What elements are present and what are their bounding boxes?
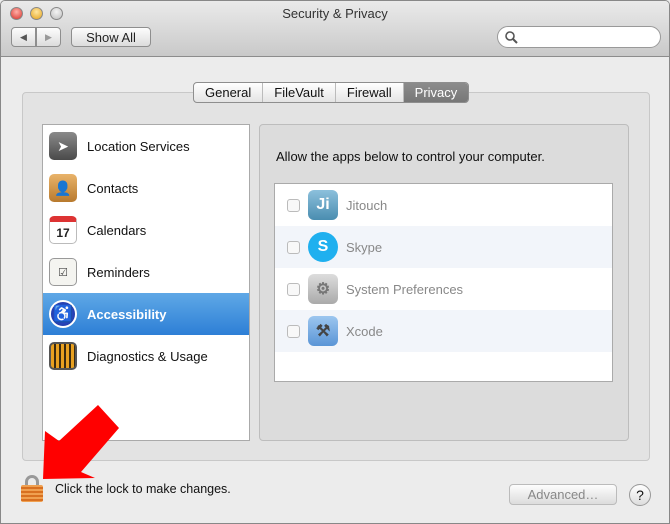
app-checkbox[interactable] <box>287 198 300 212</box>
help-button[interactable]: ? <box>629 484 651 506</box>
app-row-system-preferences: ⚙ System Preferences <box>275 268 612 310</box>
sidebar-item-calendars[interactable]: 17 Calendars <box>43 209 249 251</box>
back-icon: ◀ <box>20 31 27 42</box>
skype-icon: S <box>308 232 338 262</box>
red-arrow-annotation <box>43 405 119 479</box>
pane-description: Allow the apps below to control your com… <box>276 149 545 164</box>
sidebar-item-contacts[interactable]: 👤 Contacts <box>43 167 249 209</box>
app-row-jitouch: Ji Jitouch <box>275 184 612 226</box>
privacy-category-list: ➤ Location Services 👤 Contacts 17 Calendars… <box>42 124 250 441</box>
sidebar-item-location-services[interactable]: ➤ Location Services <box>43 125 249 167</box>
jitouch-icon: Ji <box>308 190 338 220</box>
advanced-button[interactable]: Advanced… <box>509 484 617 505</box>
tab-firewall[interactable]: Firewall <box>336 83 404 102</box>
app-checkbox[interactable] <box>287 282 300 296</box>
sidebar-item-accessibility[interactable]: ♿ Accessibility <box>43 293 249 335</box>
contacts-icon: 👤 <box>49 174 77 202</box>
app-checkbox[interactable] <box>287 324 300 338</box>
tab-privacy[interactable]: Privacy <box>403 83 469 102</box>
calendar-icon: 17 <box>49 216 77 244</box>
apps-table: Ji Jitouch S Skype ⚙ System Preferences ⚒ Xc… <box>274 183 613 382</box>
accessibility-icon: ♿ <box>49 300 77 328</box>
diagnostics-grid-icon <box>49 342 77 370</box>
back-button[interactable]: ◀ <box>11 27 36 47</box>
location-arrow-icon: ➤ <box>49 132 77 160</box>
show-all-button[interactable]: Show All <box>71 27 151 47</box>
system-preferences-gear-icon: ⚙ <box>308 274 338 304</box>
tab-filevault[interactable]: FileVault <box>263 83 336 102</box>
search-icon <box>505 31 518 44</box>
tab-bar: General FileVault Firewall Privacy <box>193 82 470 103</box>
tab-general[interactable]: General <box>194 83 264 102</box>
app-checkbox[interactable] <box>287 240 300 254</box>
forward-icon: ▶ <box>45 31 52 42</box>
app-row-xcode: ⚒ Xcode <box>275 310 612 352</box>
forward-button[interactable]: ▶ <box>36 27 61 47</box>
security-privacy-window: Security & Privacy ◀ ▶ Show All General … <box>0 0 670 524</box>
window-title: Security & Privacy <box>282 6 388 21</box>
reminders-checklist-icon: ☑ <box>49 258 77 286</box>
search-input[interactable] <box>497 26 661 48</box>
app-row-skype: S Skype <box>275 226 612 268</box>
xcode-hammer-icon: ⚒ <box>308 316 338 346</box>
sidebar-item-diagnostics-usage[interactable]: Diagnostics & Usage <box>43 335 249 377</box>
toolbar: Security & Privacy ◀ ▶ Show All <box>1 1 669 57</box>
accessibility-pane: Allow the apps below to control your com… <box>259 124 629 441</box>
sidebar-item-reminders[interactable]: ☑ Reminders <box>43 251 249 293</box>
